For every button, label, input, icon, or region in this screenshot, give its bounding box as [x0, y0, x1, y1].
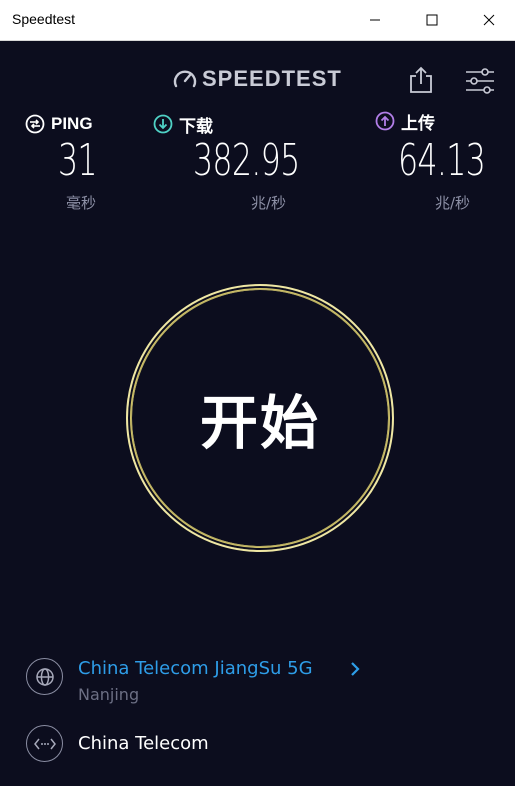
upload-icon — [375, 111, 395, 131]
speedtest-logo: SPEEDTEST — [172, 66, 342, 92]
maximize-button[interactable] — [408, 0, 456, 40]
logo-text: SPEEDTEST — [202, 66, 342, 91]
download-value: 382.95 — [193, 135, 300, 186]
close-button[interactable] — [465, 0, 513, 40]
start-button-label: 开始 — [199, 389, 320, 457]
isp-info: China Telecom — [26, 725, 496, 765]
ping-icon — [25, 114, 45, 134]
close-icon — [483, 14, 495, 26]
window-titlebar: Speedtest — [0, 0, 515, 41]
upload-unit: 兆/秒 — [435, 194, 471, 212]
maximize-icon — [426, 14, 438, 26]
settings-button[interactable] — [464, 67, 496, 95]
share-icon — [410, 66, 432, 93]
speedometer-icon — [173, 70, 197, 88]
download-icon — [153, 114, 173, 134]
ping-value: 31 — [58, 135, 98, 186]
upload-label: 上传 — [401, 113, 435, 133]
download-metric: 下载 382.95 兆/秒 — [153, 113, 300, 212]
upload-metric: 上传 64.13 兆/秒 — [375, 110, 486, 212]
isp-name: China Telecom — [78, 733, 209, 754]
window-title: Speedtest — [12, 11, 76, 27]
settings-sliders-icon — [466, 68, 494, 94]
upload-value: 64.13 — [398, 135, 486, 186]
server-location: Nanjing — [78, 685, 140, 704]
isp-badge — [26, 725, 63, 762]
ping-label: PING — [51, 114, 93, 133]
chevron-right-icon — [351, 662, 360, 676]
app-content: SPEEDTEST PING 31 毫秒 下载 382.95 兆/秒 上传 64… — [0, 41, 515, 786]
start-test-button[interactable]: 开始 — [126, 284, 394, 552]
minimize-button[interactable] — [351, 0, 399, 40]
share-button[interactable] — [407, 65, 435, 95]
server-name[interactable]: China Telecom JiangSu 5G — [78, 658, 313, 679]
server-globe-badge — [26, 658, 63, 695]
server-selector[interactable]: China Telecom JiangSu 5G Nanjing — [26, 658, 496, 704]
ping-unit: 毫秒 — [66, 194, 97, 212]
download-label: 下载 — [179, 116, 213, 136]
network-icon — [33, 738, 56, 749]
download-unit: 兆/秒 — [251, 194, 287, 212]
globe-icon — [35, 667, 54, 686]
minimize-icon — [370, 19, 380, 21]
ping-metric: PING 31 毫秒 — [25, 113, 98, 212]
